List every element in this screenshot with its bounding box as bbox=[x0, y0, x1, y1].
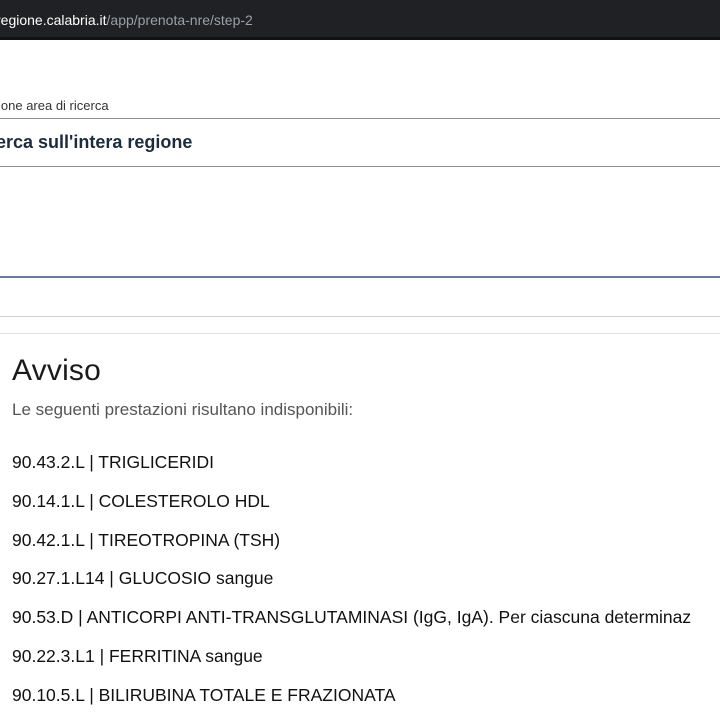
service-item: 90.22.3.L1 | FERRITINA sangue bbox=[12, 645, 263, 666]
url-path: /app/prenota-nre/step-2 bbox=[106, 12, 253, 28]
service-item: 90.53.D | ANTICORPI ANTI-TRANSGLUTAMINAS… bbox=[12, 607, 692, 628]
url-text[interactable]: regione.calabria.it/app/prenota-nre/step… bbox=[0, 0, 253, 37]
unavailable-services-list: 90.43.2.L | TRIGLICERIDI 90.14.1.L | COL… bbox=[12, 450, 691, 722]
divider bbox=[0, 316, 720, 317]
divider bbox=[0, 118, 720, 119]
service-item: 90.43.2.L | TRIGLICERIDI bbox=[12, 452, 214, 472]
divider bbox=[0, 276, 720, 278]
search-area-select[interactable]: erca sull'intera regione bbox=[0, 132, 192, 153]
service-item: 90.27.1.L14 | GLUCOSIO sangue bbox=[12, 568, 274, 589]
divider bbox=[0, 166, 720, 167]
service-item: 90.42.1.L | TIREOTROPINA (TSH) bbox=[12, 529, 281, 550]
search-area-label: ione area di ricerca bbox=[0, 98, 109, 113]
notice-title: Avviso bbox=[12, 354, 102, 387]
service-item: 90.14.1.L | COLESTEROLO HDL bbox=[12, 490, 270, 511]
notice-subtitle: Le seguenti prestazioni risultano indisp… bbox=[12, 400, 354, 419]
service-item: 90.10.5.L | BILIRUBINA TOTALE E FRAZIONA… bbox=[12, 684, 396, 705]
address-bar[interactable]: regione.calabria.it/app/prenota-nre/step… bbox=[0, 0, 720, 40]
divider bbox=[0, 333, 720, 334]
url-host: regione.calabria.it bbox=[0, 12, 107, 28]
